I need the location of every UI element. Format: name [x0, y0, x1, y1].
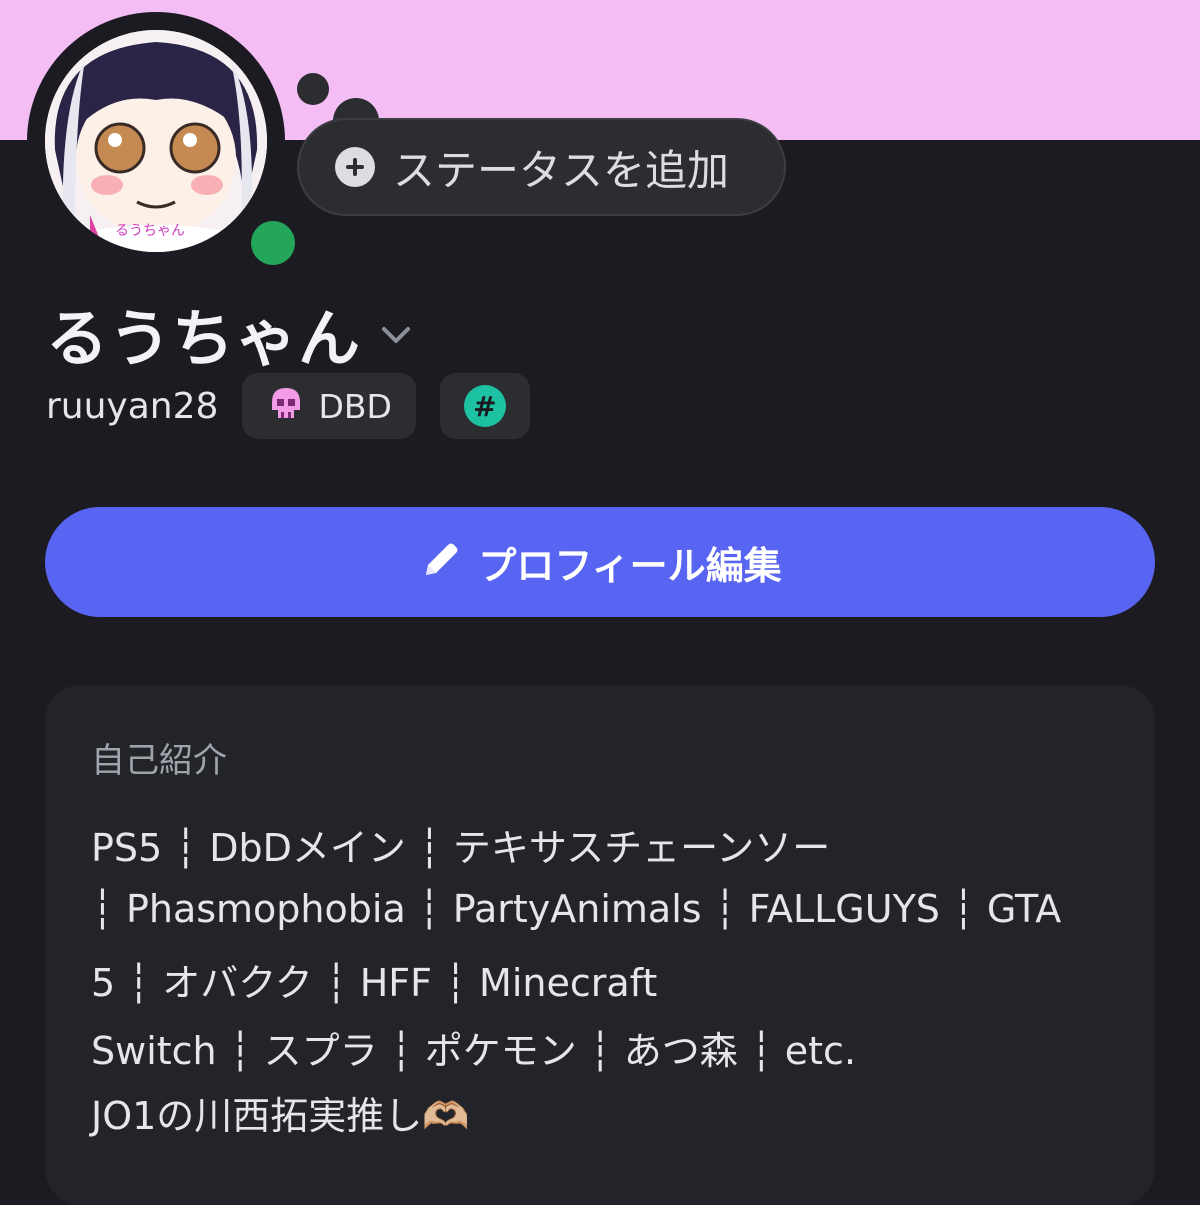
server-tag-dbd[interactable]: DBD — [242, 373, 416, 439]
server-tag-label: DBD — [318, 386, 392, 426]
profile-meta-row: ruuyan28 DBD # — [46, 373, 554, 439]
bio-heading: 自己紹介 — [91, 741, 227, 781]
hashtag-badge[interactable]: # — [439, 373, 530, 439]
avatar-name-text: るうちゃん — [115, 223, 185, 239]
avatar[interactable]: るうちゃん — [45, 30, 267, 252]
bio-line: PS5 ┆ DbDメイン ┆ テキサスチェーンソー — [91, 826, 831, 870]
display-name: るうちゃん — [46, 302, 362, 375]
bio-line: 5 ┆ オバクク ┆ HFF ┆ Minecraft — [91, 961, 658, 1005]
bio-card: 自己紹介 PS5 ┆ DbDメイン ┆ テキサスチェーンソー ┆ Phasmop… — [45, 685, 1155, 1205]
status-bubble-dot-small — [297, 73, 329, 105]
online-status-indicator — [251, 221, 295, 265]
avatar-illustration: るうちゃん — [45, 30, 267, 252]
chevron-down-icon[interactable] — [381, 325, 411, 349]
skull-icon — [266, 384, 306, 428]
plus-circle-icon — [335, 147, 375, 187]
add-status-button[interactable]: ステータスを追加 — [297, 118, 786, 216]
bio-line: ┆ Phasmophobia ┆ PartyAnimals ┆ FALLGUYS… — [91, 887, 1062, 931]
edit-profile-label: プロフィール編集 — [478, 545, 782, 588]
pencil-icon — [418, 539, 462, 586]
bio-line: JO1の川西拓実推し🫶🏼 — [91, 1094, 470, 1138]
bio-line: Switch ┆ スプラ ┆ ポケモン ┆ あつ森 ┆ etc. — [91, 1029, 857, 1073]
add-status-label: ステータスを追加 — [393, 145, 730, 195]
username: ruuyan28 — [46, 385, 219, 427]
edit-profile-button[interactable]: プロフィール編集 — [45, 507, 1155, 617]
display-name-row[interactable]: るうちゃん — [46, 288, 411, 378]
hashtag-icon: # — [463, 385, 506, 427]
avatar-frame[interactable]: るうちゃん — [27, 12, 304, 274]
online-status-ring — [242, 212, 304, 274]
